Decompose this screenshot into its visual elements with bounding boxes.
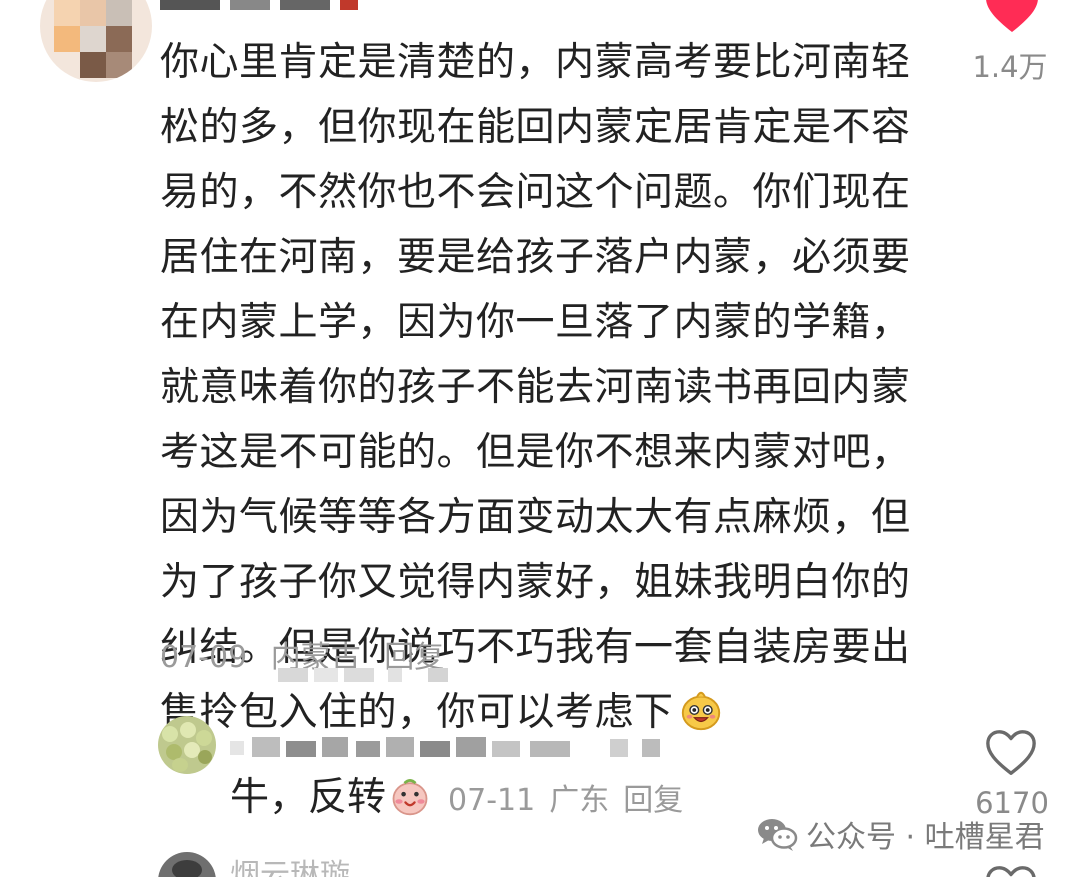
watermark-text: 公众号 · 吐槽星君 xyxy=(806,820,1045,855)
reply-row: 牛，反转 07-11 广东 回复 xyxy=(230,772,697,827)
comment-line: 易的，不然你也不会问这个问题。你们现在 xyxy=(160,170,911,215)
like-count: 1.4万 xyxy=(972,50,1048,84)
comment-line-text: 售拎包入住的，你可以考虑下 xyxy=(160,690,674,735)
comment-line: 松的多，但你现在能回内蒙定居肯定是不容 xyxy=(160,105,911,150)
comment-screen: 你心里肯定是清楚的，内蒙高考要比河南轻 松的多，但你现在能回内蒙定居肯定是不容 … xyxy=(0,0,1080,877)
reply-button[interactable]: 回复 xyxy=(623,783,683,818)
comment-line: 居住在河南，要是给孩子落户内蒙，必须要 xyxy=(160,235,911,280)
comment-line: 为了孩子你又觉得内蒙好，姐妹我明白你的 xyxy=(160,560,911,605)
reply-location: 广东 xyxy=(549,783,610,818)
grinning-face-emoji xyxy=(681,691,720,731)
comment-line: 就意味着你的孩子不能去河南读书再回内蒙 xyxy=(160,365,911,410)
comment-line: 在内蒙上学，因为你一旦落了内蒙的学籍， xyxy=(160,300,911,345)
commenter-username-blurred[interactable] xyxy=(160,0,370,14)
wechat-icon xyxy=(758,819,798,851)
blurred-text-strip xyxy=(278,668,448,682)
heart-outline-icon[interactable] xyxy=(984,864,1038,877)
comment-line: 因为气候等等各方面变动太大有点麻烦，但 xyxy=(160,495,911,540)
heart-outline-icon[interactable] xyxy=(984,728,1038,778)
comment-date: 07-09 xyxy=(160,640,248,675)
smiling-face-emoji xyxy=(392,779,428,816)
comment-line-last: 售拎包入住的，你可以考虑下 xyxy=(160,680,920,745)
next-comment-username[interactable]: 烟云琳璇 xyxy=(230,850,350,877)
comment-line: 考这是不可能的。但是你不想来内蒙对吧， xyxy=(160,430,911,475)
comment-line: 你心里肯定是清楚的，内蒙高考要比河南轻 xyxy=(160,40,911,85)
watermark: 公众号 · 吐槽星君 xyxy=(756,812,1045,856)
reply-username-blurred[interactable] xyxy=(230,737,670,759)
reply-avatar[interactable] xyxy=(158,716,216,774)
reply-date: 07-11 xyxy=(448,783,536,818)
reply-meta: 07-11 广东 回复 xyxy=(448,783,697,818)
heart-filled-icon[interactable] xyxy=(984,0,1040,34)
commenter-avatar[interactable] xyxy=(40,0,152,82)
reply-text: 牛，反转 xyxy=(230,775,387,820)
next-comment-avatar[interactable] xyxy=(158,852,216,877)
